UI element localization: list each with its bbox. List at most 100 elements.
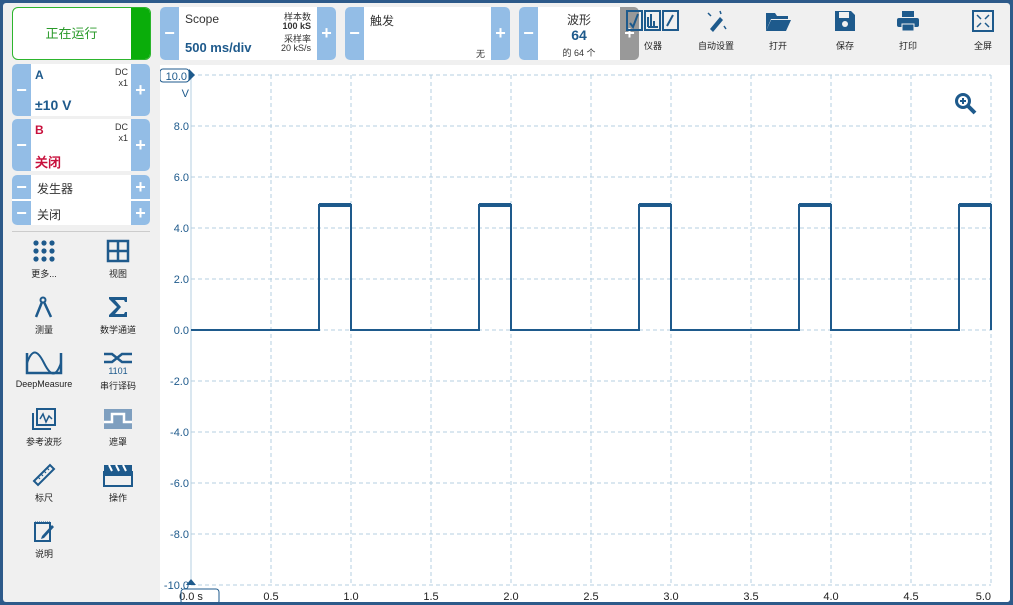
y-tick-label: 8.0 [174, 121, 189, 133]
channel-a-name[interactable]: A [35, 68, 44, 82]
x-tick-label: 2.5 [583, 591, 598, 602]
print-icon [878, 9, 938, 33]
channel-b-coupling[interactable]: DC [115, 122, 128, 132]
toolbar-button-auto-setup[interactable]: 自动设置 [686, 9, 746, 52]
tool-reference-waveform[interactable]: 参考波形 [12, 407, 76, 448]
y-tick-label: 0.0 [174, 325, 189, 337]
zoom-icon[interactable] [955, 93, 977, 115]
timebase-decrease-button[interactable]: − [160, 7, 179, 60]
picoscope-window: 正在运行 − Scope 500 ms/div 样本数 100 kS 采样率 2… [3, 3, 1010, 602]
toolbar-button-fullscreen[interactable]: 全屏 [953, 9, 1010, 52]
channel-a-decrease-button[interactable]: − [12, 64, 31, 116]
generator-decrease-button[interactable]: − [12, 175, 31, 199]
view-grid-icon [86, 239, 150, 263]
x-tick-label: 3.5 [743, 591, 758, 602]
x-tick-label: 0.0 s [179, 591, 203, 602]
run-indicator [131, 8, 150, 59]
serial-decode-icon: 1101 [86, 351, 150, 375]
tool-view-grid[interactable]: 视图 [86, 239, 150, 280]
generator-control: − 发生器 + − 关闭 + [12, 175, 150, 225]
waveform-previous-button[interactable]: − [519, 7, 538, 60]
waveform-number[interactable]: 64 [538, 27, 620, 43]
channel-a-increase-button[interactable]: + [131, 64, 150, 116]
tool-label: 参考波形 [25, 437, 62, 447]
toolbar-button-label: 打开 [768, 41, 787, 51]
waveform-title: 波形 [566, 13, 591, 27]
tool-label: 串行译码 [99, 381, 136, 391]
y-tick-label: 6.0 [174, 172, 189, 184]
channel-b-increase-button[interactable]: + [131, 119, 150, 171]
toolbar-button-label: 保存 [835, 41, 854, 51]
toolbar-button-label: 仪器 [643, 41, 662, 51]
toolbar-button-save[interactable]: 保存 [815, 9, 875, 52]
toolbar-button-folder-open[interactable]: 打开 [748, 9, 808, 52]
generator-state[interactable]: 关闭 [37, 206, 61, 223]
tool-deepmeasure[interactable]: DeepMeasure [12, 351, 76, 389]
svg-text:1101: 1101 [108, 366, 127, 375]
x-tick-label: 1.0 [343, 591, 358, 602]
tool-label: 测量 [34, 325, 53, 335]
tool-ruler[interactable]: 标尺 [12, 463, 76, 504]
ruler-icon [12, 463, 76, 487]
channel-b-range[interactable]: 关闭 [35, 152, 61, 171]
tool-label: 数学通道 [99, 325, 136, 335]
tool-serial-decode[interactable]: 1101 串行译码 [86, 351, 150, 392]
folder-open-icon [748, 9, 808, 33]
run-status: 正在运行 [45, 26, 98, 41]
tool-clapperboard[interactable]: 操作 [86, 463, 150, 504]
generator-increase-button[interactable]: + [131, 175, 150, 199]
scope-chart[interactable]: 0.0 s 0.5 1.0 1.5 2.0 2.5 3.0 3.5 4.0 4.5 5.0 8.0 6.… [159, 65, 1010, 602]
y-tick-label: -8.0 [170, 529, 189, 541]
y-max-marker-arrow [189, 69, 195, 81]
channel-a-coupling[interactable]: DC [115, 67, 128, 77]
channel-a-probe[interactable]: x1 [118, 78, 128, 88]
deepmeasure-icon [12, 351, 76, 375]
more-icon [12, 239, 76, 263]
tool-more[interactable]: 更多... [12, 239, 76, 280]
clapperboard-icon [86, 463, 150, 487]
tool-sigma[interactable]: 数学通道 [86, 295, 150, 336]
y-tick-label: -6.0 [170, 478, 189, 490]
x-tick-label: 3.0 [663, 591, 678, 602]
generator-state-decrease-button[interactable]: − [12, 201, 31, 225]
channel-b-name[interactable]: B [35, 123, 44, 137]
channel-b-decrease-button[interactable]: − [12, 119, 31, 171]
tool-label: 标尺 [34, 493, 53, 503]
x-tick-label: 4.0 [823, 591, 838, 602]
tool-measure-compass[interactable]: 测量 [12, 295, 76, 336]
instrument-icon [623, 9, 683, 33]
tool-label: 视图 [108, 269, 127, 279]
scope-plot[interactable]: 0.0 s 0.5 1.0 1.5 2.0 2.5 3.0 3.5 4.0 4.5 5.0 8.0 6.… [159, 65, 1010, 602]
generator-label: 发生器 [37, 182, 74, 196]
x-tick-label: 1.5 [423, 591, 438, 602]
tool-label: 遮罩 [108, 437, 127, 447]
y-tick-label: 4.0 [174, 223, 189, 235]
y-max-label: 10.0 [166, 71, 187, 83]
samples-value[interactable]: 100 kS [282, 21, 311, 31]
trigger-decrease-button[interactable]: − [345, 7, 364, 60]
rate-value: 20 kS/s [280, 43, 311, 53]
tool-label: 更多... [31, 269, 57, 279]
trigger-mode[interactable]: 无 [476, 47, 485, 60]
timebase-control: − Scope 500 ms/div 样本数 100 kS 采样率 20 kS/… [160, 7, 336, 60]
run-stop-button[interactable]: 正在运行 [12, 7, 151, 60]
divider [12, 231, 150, 232]
reference-waveform-icon [12, 407, 76, 431]
channel-a-range[interactable]: ±10 V [35, 97, 71, 113]
channel-a-control: − A DC x1 ±10 V + [12, 64, 150, 116]
generator-state-increase-button[interactable]: + [131, 201, 150, 225]
toolbar-button-print[interactable]: 打印 [878, 9, 938, 52]
trigger-control: − 触发 无 + [345, 7, 510, 60]
x-tick-label: 5.0 [976, 591, 991, 602]
timebase-value[interactable]: 500 ms/div [185, 40, 252, 55]
y-tick-label: -2.0 [170, 376, 189, 388]
channel-b-probe[interactable]: x1 [118, 133, 128, 143]
toolbar-button-label: 打印 [898, 41, 917, 51]
toolbar-button-instrument[interactable]: 仪器 [623, 9, 683, 52]
tool-mask[interactable]: 遮罩 [86, 407, 150, 448]
timebase-increase-button[interactable]: + [317, 7, 336, 60]
measure-compass-icon [12, 295, 76, 319]
y-tick-label: -4.0 [170, 427, 189, 439]
trigger-increase-button[interactable]: + [491, 7, 510, 60]
tool-notes[interactable]: 说明 [12, 519, 76, 560]
